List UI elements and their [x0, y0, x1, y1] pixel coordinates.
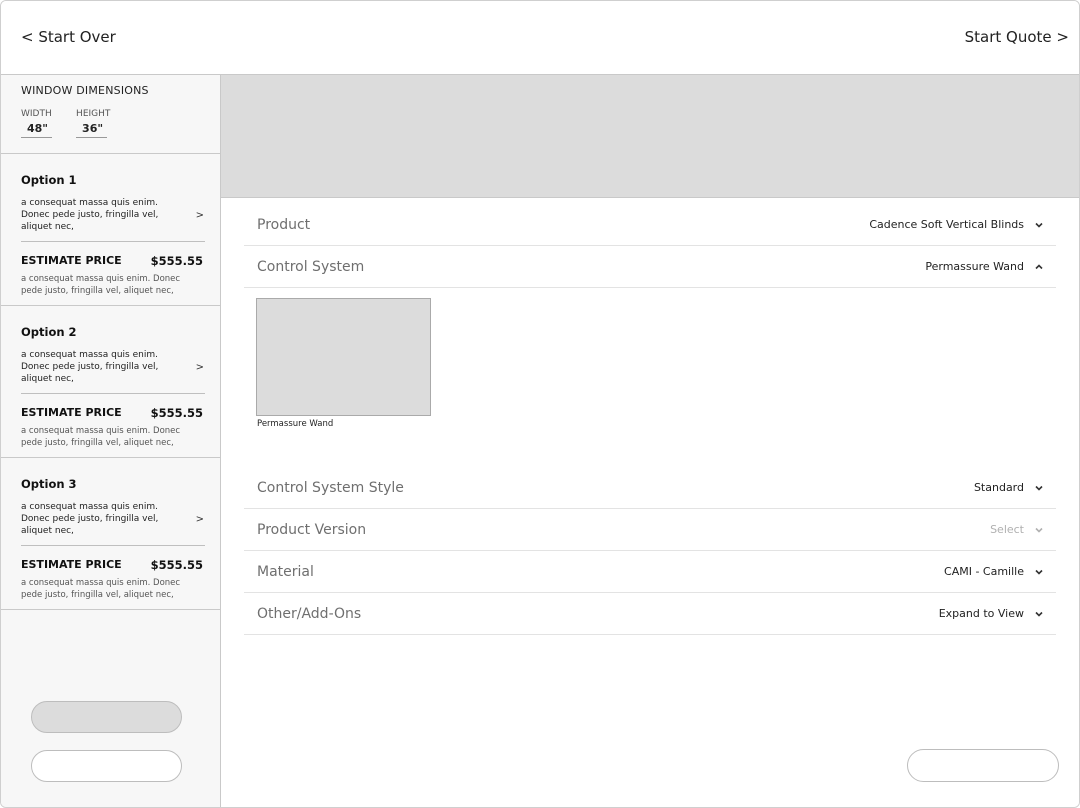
- sidebar-secondary-button[interactable]: [31, 750, 182, 782]
- option-description-row[interactable]: a consequat massa quis enim. Donec pede …: [21, 349, 205, 394]
- option-description-row[interactable]: a consequat massa quis enim. Donec pede …: [21, 501, 205, 546]
- window-dimensions-panel: WINDOW DIMENSIONS WIDTH 48" HEIGHT 36": [1, 75, 220, 154]
- height-field: HEIGHT 36": [76, 109, 110, 138]
- control-system-swatch[interactable]: [256, 298, 431, 416]
- control-system-options: Permassure Wand: [244, 288, 1056, 467]
- main-content: Product Cadence Soft Vertical Blinds Con…: [221, 75, 1079, 807]
- config-row-value: Cadence Soft Vertical Blinds: [869, 218, 1024, 231]
- window-dimensions-title: WINDOW DIMENSIONS: [21, 84, 149, 97]
- control-system-swatch-label: Permassure Wand: [257, 419, 334, 429]
- estimate-price-row: ESTIMATE PRICE $555.55: [21, 406, 203, 420]
- chevron-down-icon[interactable]: [1034, 567, 1044, 577]
- chevron-right-icon[interactable]: >: [196, 514, 204, 525]
- config-row-label: Material: [257, 563, 314, 580]
- sidebar-primary-button[interactable]: [31, 701, 182, 733]
- option-title: Option 3: [21, 477, 77, 491]
- config-row-value-group: Permassure Wand: [925, 260, 1044, 273]
- chevron-down-icon[interactable]: [1034, 525, 1044, 535]
- config-row-value-group: Cadence Soft Vertical Blinds: [869, 218, 1044, 231]
- estimate-price-label: ESTIMATE PRICE: [21, 254, 122, 267]
- config-row-label: Product: [257, 216, 311, 233]
- option-description-row[interactable]: a consequat massa quis enim. Donec pede …: [21, 197, 205, 242]
- config-row-label: Control System Style: [257, 479, 404, 496]
- config-row-label: Product Version: [257, 521, 367, 538]
- chevron-down-icon[interactable]: [1034, 220, 1044, 230]
- option-description: a consequat massa quis enim. Donec pede …: [21, 198, 159, 232]
- chevron-up-icon[interactable]: [1034, 262, 1044, 272]
- width-label: WIDTH: [21, 109, 52, 119]
- config-row-label: Control System: [257, 258, 365, 275]
- config-row-value: CAMI - Camille: [944, 565, 1024, 578]
- config-row-label: Other/Add-Ons: [257, 605, 362, 622]
- chevron-down-icon[interactable]: [1034, 483, 1044, 493]
- height-input[interactable]: 36": [76, 122, 108, 138]
- option-description: a consequat massa quis enim. Donec pede …: [21, 502, 159, 536]
- estimate-price-description: a consequat massa quis enim. Donec pede …: [21, 578, 181, 600]
- product-image-placeholder: [221, 75, 1079, 198]
- estimate-price-row: ESTIMATE PRICE $555.55: [21, 558, 203, 572]
- option-title: Option 1: [21, 173, 77, 187]
- option-description: a consequat massa quis enim. Donec pede …: [21, 350, 159, 384]
- app-frame: < Start Over Start Quote > WINDOW DIMENS…: [0, 0, 1080, 808]
- config-row-product-version[interactable]: Product Version Select: [244, 509, 1056, 551]
- dimensions-row: WIDTH 48" HEIGHT 36": [21, 109, 220, 138]
- config-row-value: Select: [990, 523, 1024, 536]
- option-card-1[interactable]: Option 1 a consequat massa quis enim. Do…: [1, 154, 220, 306]
- option-title: Option 2: [21, 325, 77, 339]
- start-quote-link[interactable]: Start Quote >: [965, 28, 1069, 46]
- config-row-value-group: Standard: [974, 481, 1044, 494]
- config-row-value-group: Expand to View: [939, 607, 1044, 620]
- start-over-link[interactable]: < Start Over: [21, 28, 116, 46]
- width-field: WIDTH 48": [21, 109, 53, 138]
- estimate-price-description: a consequat massa quis enim. Donec pede …: [21, 426, 181, 448]
- estimate-price-description: a consequat massa quis enim. Donec pede …: [21, 274, 181, 296]
- chevron-down-icon[interactable]: [1034, 609, 1044, 619]
- config-row-value-group: Select: [990, 523, 1044, 536]
- estimate-price-label: ESTIMATE PRICE: [21, 406, 122, 419]
- config-row-product[interactable]: Product Cadence Soft Vertical Blinds: [244, 204, 1056, 246]
- estimate-price-value: $555.55: [150, 406, 203, 420]
- configuration-list: Product Cadence Soft Vertical Blinds Con…: [244, 204, 1056, 635]
- sidebar: WINDOW DIMENSIONS WIDTH 48" HEIGHT 36" O…: [1, 75, 221, 807]
- option-card-3[interactable]: Option 3 a consequat massa quis enim. Do…: [1, 458, 220, 610]
- config-row-value: Standard: [973, 481, 1024, 494]
- config-row-value: Permassure Wand: [925, 260, 1024, 273]
- config-row-material[interactable]: Material CAMI - Camille: [244, 551, 1056, 593]
- chevron-right-icon[interactable]: >: [196, 210, 204, 221]
- width-input[interactable]: 48": [21, 122, 53, 138]
- option-card-2[interactable]: Option 2 a consequat massa quis enim. Do…: [1, 306, 220, 458]
- height-label: HEIGHT: [76, 109, 111, 119]
- chevron-right-icon[interactable]: >: [196, 362, 204, 373]
- estimate-price-value: $555.55: [150, 558, 203, 572]
- config-row-value: Expand to View: [938, 607, 1024, 620]
- config-row-other-add-ons[interactable]: Other/Add-Ons Expand to View: [244, 593, 1056, 635]
- config-row-control-system-style[interactable]: Control System Style Standard: [244, 467, 1056, 509]
- estimate-price-label: ESTIMATE PRICE: [21, 558, 122, 571]
- main-action-button[interactable]: [907, 749, 1059, 782]
- estimate-price-value: $555.55: [150, 254, 203, 268]
- top-bar: < Start Over Start Quote >: [1, 1, 1079, 75]
- config-row-control-system[interactable]: Control System Permassure Wand: [244, 246, 1056, 288]
- estimate-price-row: ESTIMATE PRICE $555.55: [21, 254, 203, 268]
- config-row-value-group: CAMI - Camille: [944, 565, 1044, 578]
